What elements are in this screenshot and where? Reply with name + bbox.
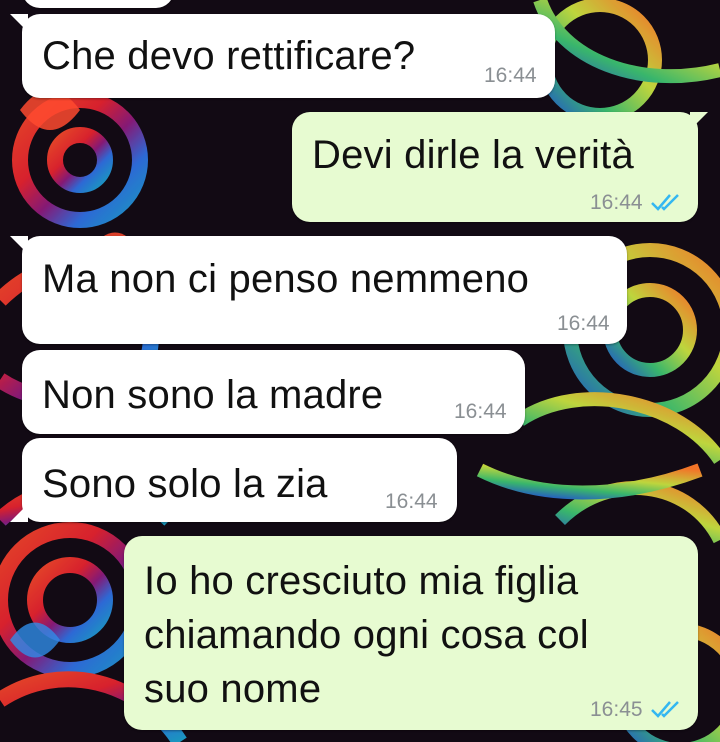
bubble-tail — [10, 14, 28, 32]
message-text: Non sono la madre — [42, 373, 384, 417]
bubble-tail — [10, 236, 28, 254]
message-timestamp: 16:44 — [484, 64, 537, 87]
message-text-line: suo nome — [144, 667, 322, 711]
read-double-check-icon — [651, 701, 679, 718]
message-bubble-incoming[interactable]: Sono solo la zia 16:44 — [22, 438, 457, 522]
message-bubble-incoming[interactable]: Che devo rettificare? 16:44 — [22, 14, 555, 98]
message-bubble-partial — [22, 0, 174, 8]
message-text-line: chiamando ogni cosa col — [144, 613, 589, 657]
message-text: Sono solo la zia — [42, 462, 328, 506]
message-timestamp: 16:44 — [557, 312, 610, 335]
message-timestamp: 16:44 — [454, 400, 507, 423]
bubble-tail — [690, 112, 708, 130]
message-bubble-outgoing[interactable]: Io ho cresciuto mia figlia chiamando ogn… — [124, 536, 698, 730]
message-timestamp: 16:44 — [385, 490, 438, 513]
message-text: Devi dirle la verità — [312, 133, 634, 177]
message-bubble-incoming[interactable]: Non sono la madre 16:44 — [22, 350, 525, 434]
message-bubble-incoming[interactable]: Ma non ci penso nemmeno 16:44 — [22, 236, 627, 344]
message-text: Ma non ci penso nemmeno — [42, 257, 530, 301]
read-double-check-icon — [651, 194, 679, 211]
bubble-tail — [10, 504, 28, 522]
message-bubble-outgoing[interactable]: Devi dirle la verità 16:44 — [292, 112, 698, 222]
message-text-line: Io ho cresciuto mia figlia — [144, 559, 579, 603]
message-text: Che devo rettificare? — [42, 34, 416, 78]
message-timestamp: 16:45 — [590, 698, 643, 721]
message-timestamp: 16:44 — [590, 191, 643, 214]
